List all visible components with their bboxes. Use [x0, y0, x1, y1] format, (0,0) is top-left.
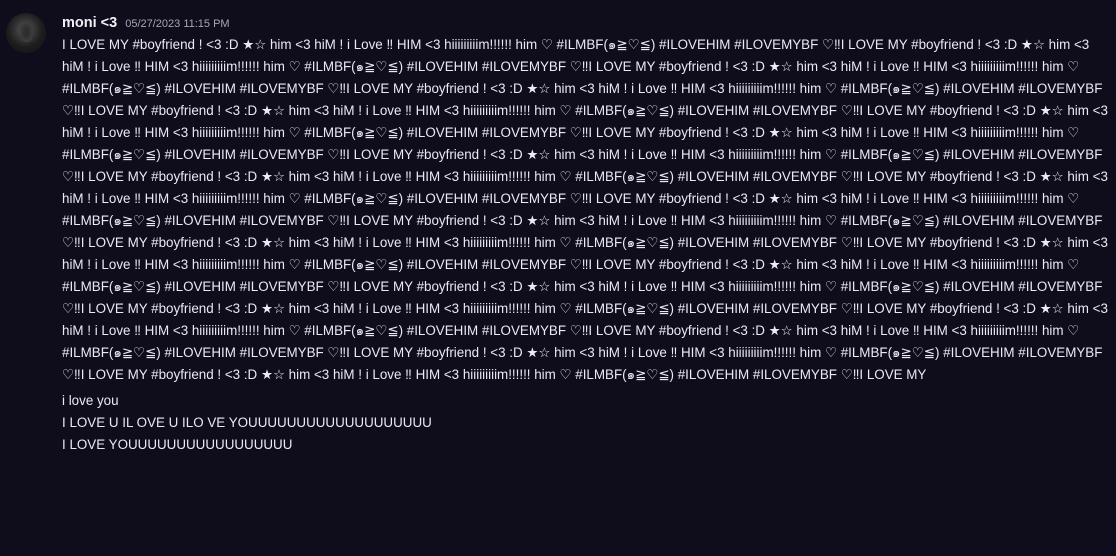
message-line-i-love-u: I LOVE U IL OVE U ILO VE YOUUUUUUUUUUUUU…: [62, 415, 432, 430]
chat-message: moni <3 05/27/2023 11:15 PM I LOVE MY #b…: [0, 0, 1116, 556]
username[interactable]: moni <3: [62, 12, 117, 34]
message-header: moni <3 05/27/2023 11:15 PM: [62, 12, 1116, 34]
message-line-i-love-you: i love you: [62, 393, 119, 408]
timestamp: 05/27/2023 11:15 PM: [125, 18, 230, 30]
avatar[interactable]: [6, 13, 46, 53]
message-body: I LOVE MY #boyfriend ! <3 :D ★☆ him <3 h…: [62, 37, 1108, 382]
message-line-i-love-youuu: I LOVE YOUUUUUUUUUUUUUUUUU: [62, 437, 293, 452]
